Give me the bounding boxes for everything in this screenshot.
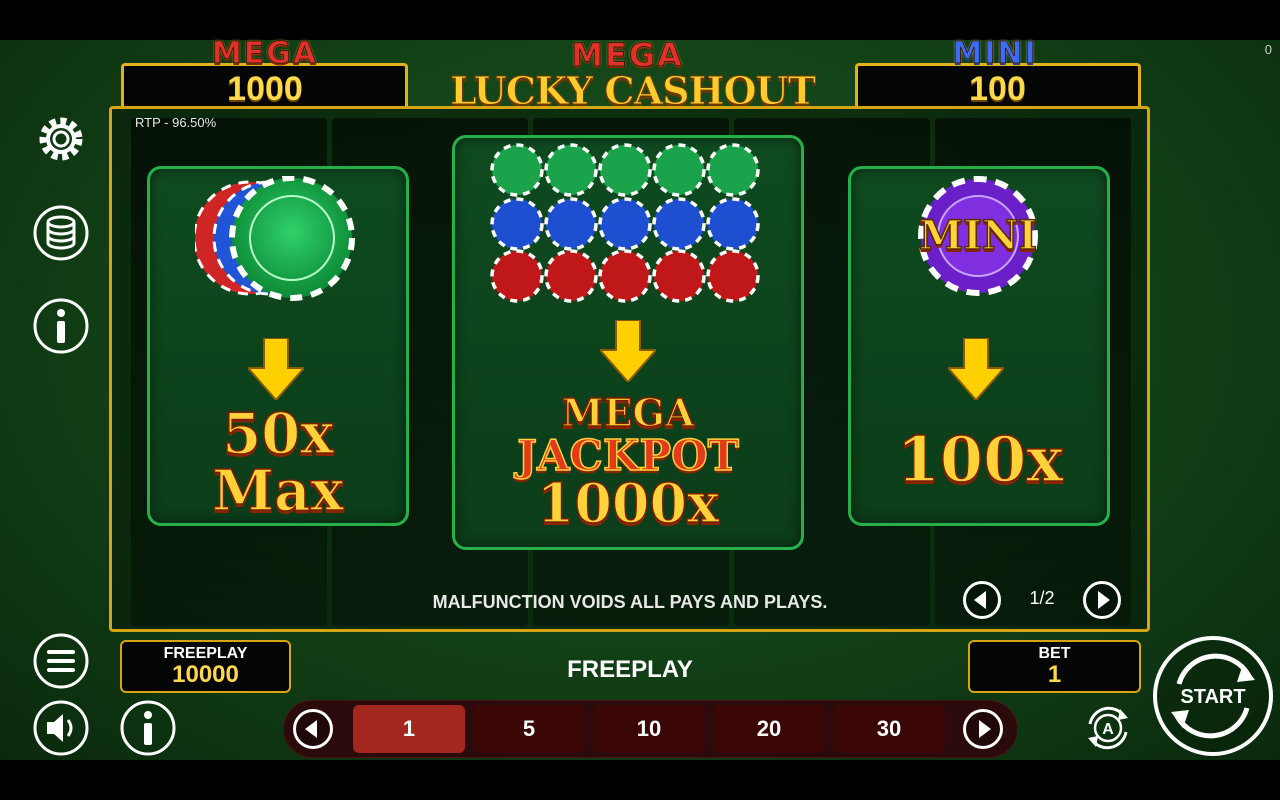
center-payout-mega: MEGA (561, 390, 695, 435)
start-label: START (1180, 686, 1246, 708)
bet-option[interactable]: 1 (353, 705, 465, 753)
center-payout-multiplier: 1000x (536, 471, 720, 535)
chevron-right-icon (979, 720, 991, 738)
next-page-button[interactable] (1083, 581, 1121, 619)
arrow-down-icon (600, 320, 656, 382)
autoplay-button[interactable]: A (1080, 700, 1136, 756)
prev-page-button[interactable] (963, 581, 1001, 619)
right-payout-multiplier: 100x (896, 423, 1064, 496)
bet-box: BET 1 (968, 640, 1141, 693)
bet-decrease-button[interactable] (293, 709, 333, 749)
game-status-text: FREEPLAY (567, 656, 693, 683)
mini-chip-label: MINI (918, 211, 1038, 260)
sound-button[interactable] (33, 700, 89, 756)
bet-option[interactable]: 10 (593, 705, 705, 753)
chip-stack-icon (195, 176, 355, 301)
bet-increase-button[interactable] (963, 709, 1003, 749)
info-icon (120, 700, 176, 756)
malfunction-notice: MALFUNCTION VOIDS ALL PAYS AND PLAYS. (432, 592, 828, 612)
mega-jackpot-label: MEGA (211, 36, 319, 72)
mini-jackpot-label: MINI (952, 36, 1038, 72)
arrow-down-icon (248, 338, 304, 400)
menu-button[interactable] (33, 633, 89, 689)
corner-indicator: 0 (1264, 42, 1272, 57)
help-button[interactable] (120, 700, 176, 756)
chevron-right-icon (1098, 591, 1110, 609)
settings-button[interactable] (33, 111, 89, 167)
menu-icon (33, 633, 89, 689)
autoplay-icon: A (1088, 706, 1128, 750)
coins-button[interactable] (33, 205, 89, 261)
page-indicator: 1/2 (1029, 588, 1055, 608)
left-payout-max: Max (211, 458, 344, 524)
bet-option[interactable]: 5 (473, 705, 585, 753)
bet-value: 1 (1047, 661, 1062, 688)
arrow-down-icon (948, 338, 1004, 400)
left-payout-multiplier: 50x (222, 401, 335, 467)
freeplay-balance-value: 10000 (172, 661, 239, 688)
freeplay-balance-box: FREEPLAY 10000 (120, 640, 291, 693)
chip-grid-icon (490, 143, 760, 303)
bet-option[interactable]: 20 (713, 705, 825, 753)
gear-icon (39, 117, 83, 161)
svg-text:A: A (1102, 721, 1114, 738)
bet-option[interactable]: 30 (833, 705, 945, 753)
bottom-letterbox (0, 760, 1280, 800)
info-icon (33, 298, 89, 354)
coin-stack-icon (33, 205, 89, 261)
chevron-left-icon (974, 591, 986, 609)
mini-jackpot-value: 100 (969, 70, 1026, 108)
chevron-left-icon (305, 720, 317, 738)
top-letterbox (0, 0, 1280, 40)
speaker-icon (33, 700, 89, 756)
info-button[interactable] (33, 298, 89, 354)
mega-jackpot-value: 1000 (227, 70, 303, 108)
rtp-label: RTP - 96.50% (135, 115, 217, 130)
